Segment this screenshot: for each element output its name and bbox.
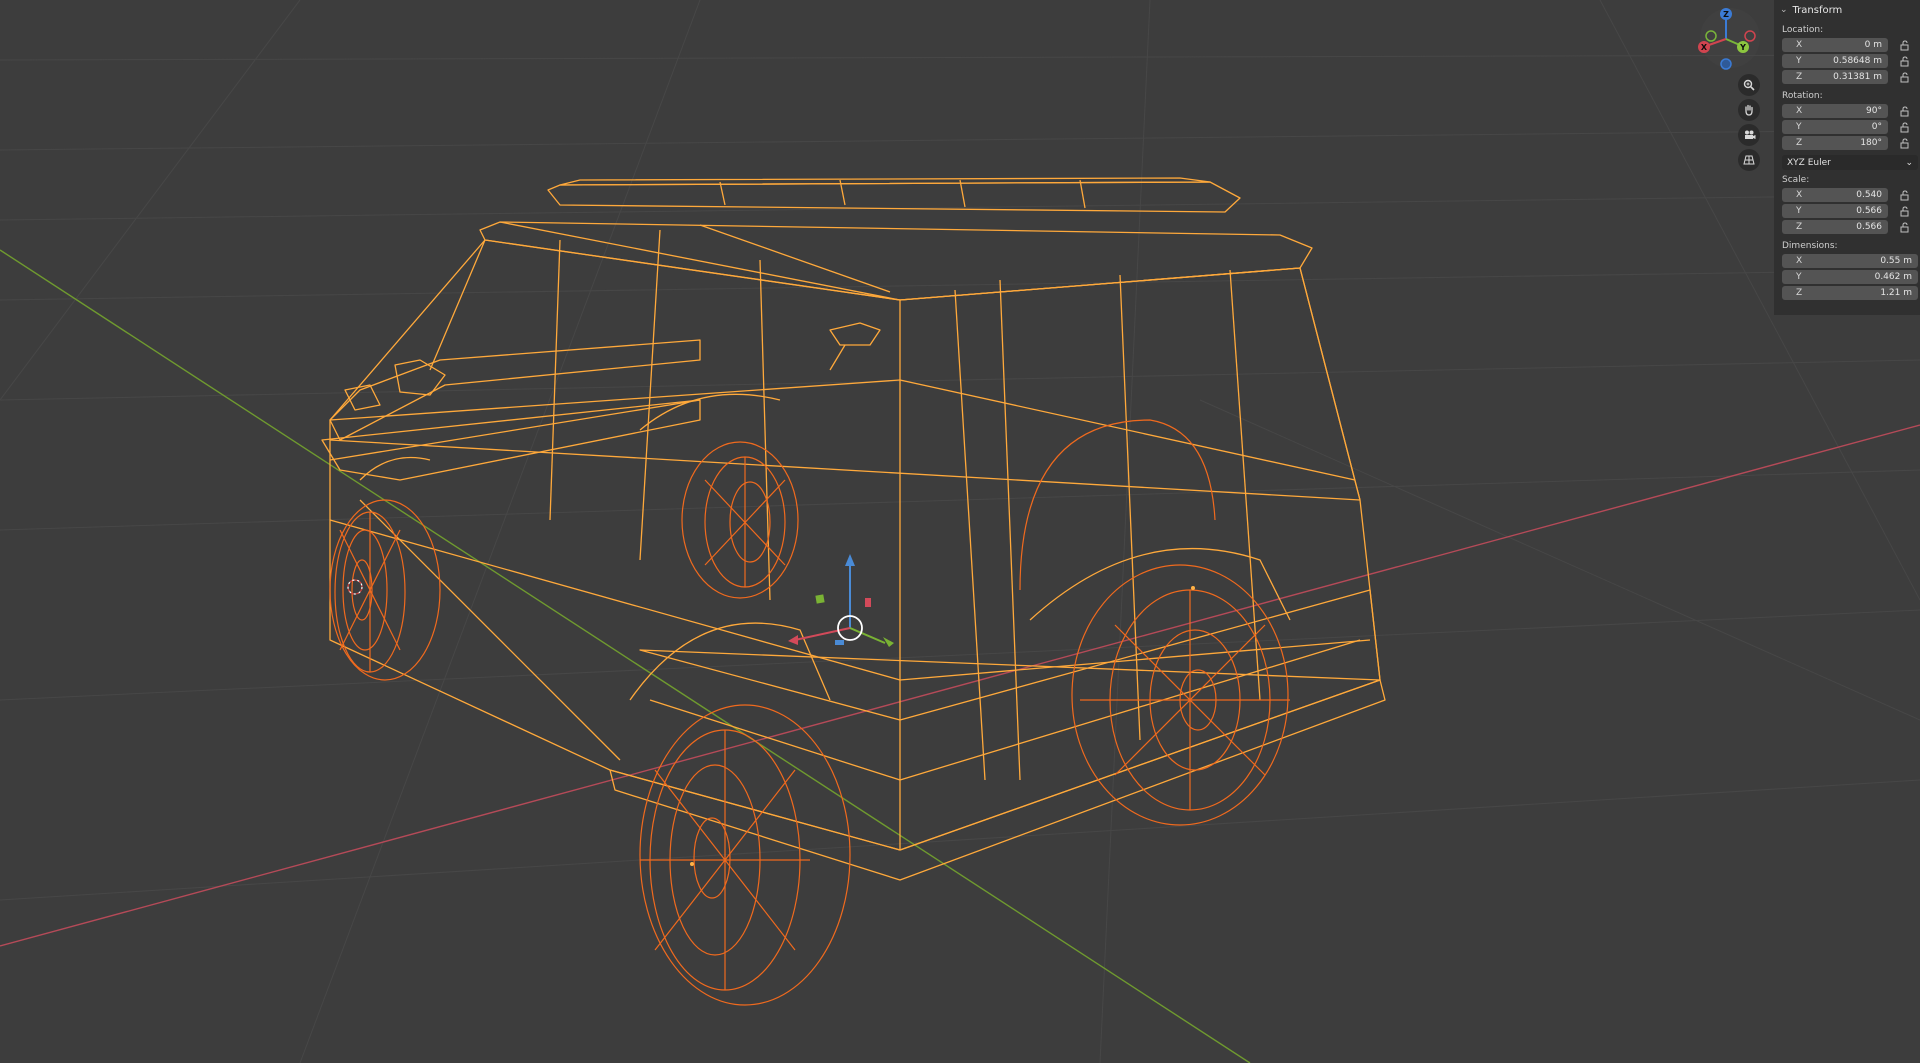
gizmo-neg-z — [1720, 58, 1732, 70]
dimensions-y-field[interactable]: Y 0.462 m — [1782, 270, 1918, 284]
lock-icon[interactable] — [1900, 56, 1911, 67]
location-x-field[interactable]: X0 m — [1782, 38, 1888, 52]
wheel-rear-right — [1019, 419, 1290, 826]
location-y-field[interactable]: Y 0.58648 m — [1782, 54, 1888, 68]
wheel-front-right — [681, 441, 799, 599]
camera-icon[interactable] — [1738, 124, 1760, 146]
wheel-front-left — [329, 499, 441, 681]
scale-label: Scale: — [1782, 175, 1810, 185]
dimensions-x-field[interactable]: X 0.55 m — [1782, 254, 1918, 268]
location-label: Location: — [1782, 25, 1824, 35]
lock-icon[interactable] — [1900, 190, 1911, 201]
3d-viewport[interactable] — [0, 0, 1920, 1063]
viewport-scene[interactable] — [0, 0, 1920, 1063]
scale-x-field[interactable]: X 0.540 — [1782, 188, 1888, 202]
floor-grid — [0, 0, 1920, 1063]
wheels-wireframe — [329, 419, 1290, 1006]
rotation-label: Rotation: — [1782, 91, 1823, 101]
wheel-rear-left — [639, 704, 851, 1006]
lock-icon[interactable] — [1900, 72, 1911, 83]
chevron-down-icon: ⌄ — [1905, 157, 1913, 168]
pan-hand-icon[interactable] — [1738, 99, 1760, 121]
origin-dot — [690, 862, 694, 866]
location-z-field[interactable]: Z 0.31381 m — [1782, 70, 1888, 84]
lock-icon[interactable] — [1900, 206, 1911, 217]
navigation-gizmo[interactable]: Z X Y — [1694, 6, 1766, 74]
panel-title: Transform — [1792, 4, 1843, 16]
scale-z-field[interactable]: Z 0.566 — [1782, 220, 1888, 234]
transform-sidebar: ⌄ Transform Location: X0 m Y 0.58648 m Z0… — [1774, 0, 1920, 315]
rotation-x-field[interactable]: X 90° — [1782, 104, 1888, 118]
rotation-z-field[interactable]: Z 180° — [1782, 136, 1888, 150]
chevron-down-icon: ⌄ — [1780, 5, 1788, 15]
dimensions-z-field[interactable]: Z 1.21 m — [1782, 286, 1918, 300]
navigation-tools — [1738, 74, 1762, 174]
lock-icon[interactable] — [1900, 222, 1911, 233]
scale-y-field[interactable]: Y 0.566 — [1782, 204, 1888, 218]
rotation-mode-dropdown[interactable]: XYZ Euler ⌄ — [1782, 155, 1918, 170]
grid-perspective-icon[interactable] — [1738, 149, 1760, 171]
dimensions-label: Dimensions: — [1782, 241, 1838, 251]
lock-icon[interactable] — [1900, 40, 1911, 51]
gizmo-x-label: X — [1701, 43, 1708, 52]
origin-dot — [1191, 586, 1195, 590]
x-axis-line — [0, 424, 1920, 947]
zoom-icon[interactable] — [1738, 74, 1760, 96]
3d-cursor-icon — [347, 579, 363, 595]
y-axis-line — [0, 249, 1251, 1063]
transform-panel-header[interactable]: ⌄ Transform — [1774, 0, 1920, 20]
vehicle-body-wireframe — [321, 177, 1386, 881]
lock-icon[interactable] — [1900, 122, 1911, 133]
transform-gizmo[interactable] — [788, 554, 894, 647]
lock-icon[interactable] — [1900, 138, 1911, 149]
gizmo-z-label: Z — [1723, 10, 1729, 19]
lock-icon[interactable] — [1900, 106, 1911, 117]
gizmo-y-label: Y — [1739, 43, 1746, 52]
rotation-y-field[interactable]: Y 0° — [1782, 120, 1888, 134]
